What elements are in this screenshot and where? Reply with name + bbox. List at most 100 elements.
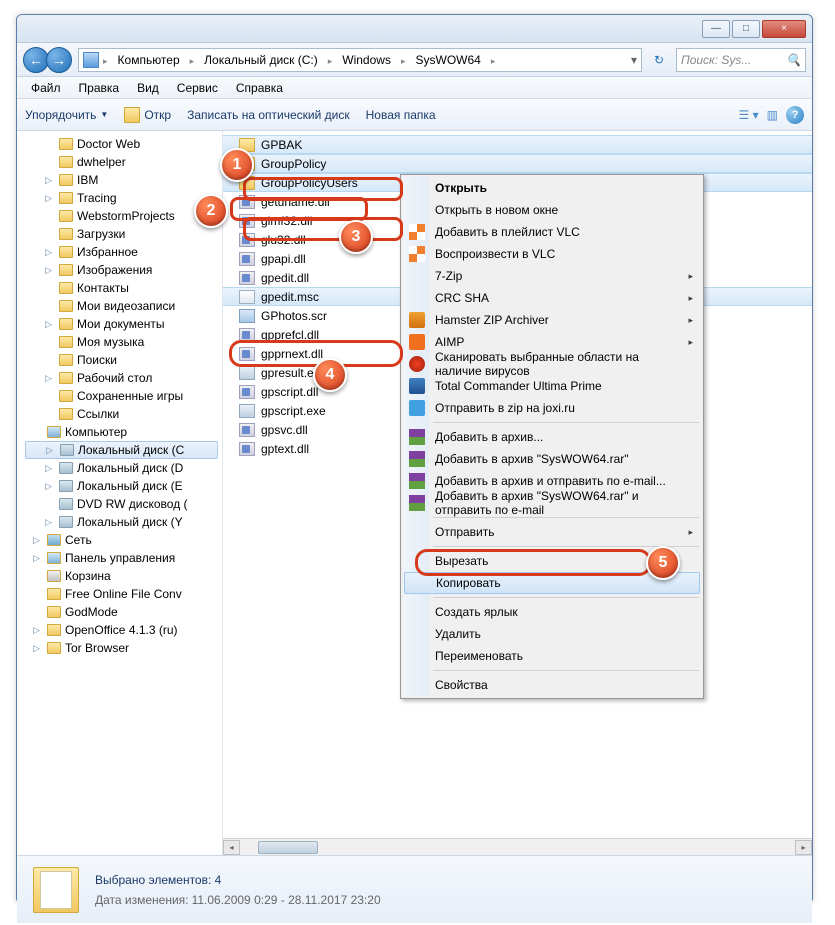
menu-edit[interactable]: Правка [71, 79, 128, 97]
tree-item[interactable]: Контакты [25, 279, 222, 297]
expand-icon[interactable]: ▷ [45, 265, 55, 276]
tree-item[interactable]: ▷Сеть [25, 531, 222, 549]
tree-item[interactable]: ▷OpenOffice 4.1.3 (ru) [25, 621, 222, 639]
menu-tools[interactable]: Сервис [169, 79, 226, 97]
context-menu-item[interactable]: Отправить [403, 521, 701, 543]
tree-item[interactable]: Мои видеозаписи [25, 297, 222, 315]
tree-item[interactable]: dwhelper [25, 153, 222, 171]
dropdown-icon[interactable]: ▾ [631, 53, 637, 67]
refresh-button[interactable]: ↻ [648, 49, 670, 71]
organize-button[interactable]: Упорядочить ▼ [25, 108, 108, 122]
tree-item[interactable]: DVD RW дисковод ( [25, 495, 222, 513]
breadcrumb-item[interactable]: Компьютер [112, 51, 186, 69]
dll-icon [239, 347, 255, 361]
expand-icon[interactable]: ▷ [33, 643, 43, 654]
folder-thumbnail-icon [33, 867, 79, 913]
context-menu-item[interactable]: Переименовать [403, 645, 701, 667]
tree-item[interactable]: Free Online File Conv [25, 585, 222, 603]
tree-item[interactable]: ▷Избранное [25, 243, 222, 261]
tree-item[interactable]: ▷Tracing [25, 189, 222, 207]
help-button[interactable]: ? [786, 106, 804, 124]
context-menu-item[interactable]: Удалить [403, 623, 701, 645]
tree-item[interactable]: ▷Изображения [25, 261, 222, 279]
tree-item[interactable]: ▷Tor Browser [25, 639, 222, 657]
context-menu-item[interactable]: Hamster ZIP Archiver [403, 309, 701, 331]
open-button[interactable]: Откр [124, 107, 171, 123]
tree-item[interactable]: Doctor Web [25, 135, 222, 153]
expand-icon[interactable]: ▷ [33, 535, 43, 546]
tree-item[interactable]: Загрузки [25, 225, 222, 243]
tree-item[interactable]: WebstormProjects [25, 207, 222, 225]
context-menu-item[interactable]: Создать ярлык [403, 601, 701, 623]
expand-icon[interactable]: ▷ [45, 373, 55, 384]
expand-icon[interactable]: ▷ [46, 445, 56, 456]
tree-item[interactable]: Компьютер [25, 423, 222, 441]
expand-icon[interactable]: ▷ [45, 517, 55, 528]
context-menu-item[interactable]: Воспроизвести в VLC [403, 243, 701, 265]
burn-button[interactable]: Записать на оптический диск [187, 108, 350, 122]
tree-label: Поиски [77, 353, 117, 367]
expand-icon[interactable]: ▷ [33, 625, 43, 636]
tree-item[interactable]: ▷Мои документы [25, 315, 222, 333]
file-name: gpprefcl.dll [261, 328, 319, 342]
context-menu-item[interactable]: Отправить в zip на joxi.ru [403, 397, 701, 419]
tree-item[interactable]: GodMode [25, 603, 222, 621]
context-menu-item[interactable]: Добавить в архив "SysWOW64.rar" [403, 448, 701, 470]
expand-icon[interactable]: ▷ [45, 193, 55, 204]
folder-icon [47, 642, 61, 654]
breadcrumb-item[interactable]: Локальный диск (C:) [198, 51, 324, 69]
context-menu-item[interactable]: Добавить в архив... [403, 426, 701, 448]
breadcrumb[interactable]: Компьютер Локальный диск (C:) Windows Sy… [78, 48, 642, 72]
context-menu-item[interactable]: Открыть в новом окне [403, 199, 701, 221]
preview-pane-button[interactable]: ▥ [767, 108, 778, 122]
expand-icon[interactable]: ▷ [45, 481, 55, 492]
navbar: ← → Компьютер Локальный диск (C:) Window… [17, 43, 812, 77]
tree-item[interactable]: Поиски [25, 351, 222, 369]
menu-help[interactable]: Справка [228, 79, 291, 97]
tree-item[interactable]: ▷IBM [25, 171, 222, 189]
context-menu-item[interactable]: Total Commander Ultima Prime [403, 375, 701, 397]
search-input[interactable]: Поиск: Sys... 🔍 [676, 48, 806, 72]
tree-item[interactable]: ▷Локальный диск (Y [25, 513, 222, 531]
scroll-right-button[interactable]: ▸ [795, 840, 812, 855]
horizontal-scrollbar[interactable]: ◂ ▸ [223, 838, 812, 855]
maximize-button[interactable]: □ [732, 20, 760, 38]
context-menu-item[interactable]: Открыть [403, 177, 701, 199]
menu-view[interactable]: Вид [129, 79, 167, 97]
tree-item[interactable]: Моя музыка [25, 333, 222, 351]
close-button[interactable]: × [762, 20, 806, 38]
context-menu-item[interactable]: CRC SHA [403, 287, 701, 309]
nav-tree[interactable]: Doctor Webdwhelper▷IBM▷TracingWebstormPr… [17, 131, 223, 855]
tree-item[interactable]: ▷Локальный диск (E [25, 477, 222, 495]
context-menu-item[interactable]: Сканировать выбранные области на наличие… [403, 353, 701, 375]
context-menu-item[interactable]: Свойства [403, 674, 701, 696]
context-menu-item[interactable]: 7-Zip [403, 265, 701, 287]
expand-icon[interactable]: ▷ [33, 553, 43, 564]
expand-icon[interactable]: ▷ [45, 247, 55, 258]
expand-icon[interactable]: ▷ [45, 463, 55, 474]
scroll-thumb[interactable] [258, 841, 318, 854]
tree-item[interactable]: Сохраненные игры [25, 387, 222, 405]
tree-item[interactable]: Ссылки [25, 405, 222, 423]
scroll-left-button[interactable]: ◂ [223, 840, 240, 855]
tree-item[interactable]: ▷Панель управления [25, 549, 222, 567]
file-item[interactable]: GroupPolicy [223, 154, 812, 173]
context-menu-item[interactable]: Добавить в архив "SysWOW64.rar" и отправ… [403, 492, 701, 514]
context-menu-item[interactable]: Добавить в плейлист VLC [403, 221, 701, 243]
tree-item[interactable]: ▷Рабочий стол [25, 369, 222, 387]
tree-item[interactable]: Корзина [25, 567, 222, 585]
view-mode-button[interactable]: ☰ ▾ [739, 108, 759, 122]
expand-icon[interactable]: ▷ [45, 319, 55, 330]
tree-item[interactable]: ▷Локальный диск (C [25, 441, 218, 459]
tree-item[interactable]: ▷Локальный диск (D [25, 459, 222, 477]
file-item[interactable]: GPBAK [223, 135, 812, 154]
minimize-button[interactable]: — [702, 20, 730, 38]
expand-icon[interactable]: ▷ [45, 175, 55, 186]
dll-icon [239, 385, 255, 399]
new-folder-button[interactable]: Новая папка [366, 108, 436, 122]
breadcrumb-item[interactable]: SysWOW64 [409, 51, 486, 69]
forward-button[interactable]: → [46, 47, 72, 73]
exe-icon [239, 404, 255, 418]
menu-file[interactable]: Файл [23, 79, 69, 97]
breadcrumb-item[interactable]: Windows [336, 51, 397, 69]
